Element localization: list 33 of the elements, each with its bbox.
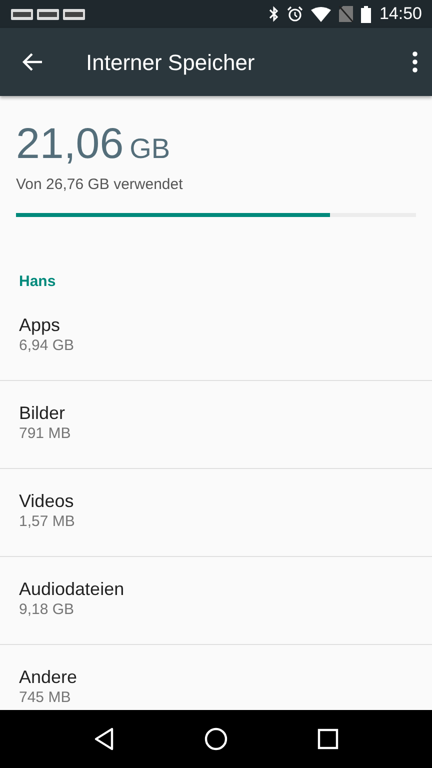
more-options-icon[interactable]: [412, 51, 418, 73]
screen-title: Interner Speicher: [86, 48, 255, 77]
category-title: Videos: [19, 490, 75, 512]
storage-category-row[interactable]: Apps 6,94 GB: [0, 292, 432, 380]
storage-category-row[interactable]: Bilder 791 MB: [0, 380, 432, 468]
no-sim-icon: [339, 6, 354, 22]
back-arrow-icon[interactable]: [22, 51, 44, 73]
notification-icon: [11, 8, 33, 20]
wifi-icon: [311, 6, 332, 22]
alarm-icon: [287, 6, 304, 22]
back-icon[interactable]: [92, 727, 115, 751]
battery-icon: [361, 6, 372, 22]
storage-category-row[interactable]: Videos 1,57 MB: [0, 468, 432, 556]
category-size: 791 MB: [19, 424, 72, 444]
storage-category-row[interactable]: Audiodateien 9,18 GB: [0, 556, 432, 644]
bluetooth-icon: [269, 6, 280, 22]
category-title: Andere: [19, 666, 78, 688]
clock-time: 14:50: [379, 3, 422, 26]
usage-caption: Von 26,76 GB verwendet: [16, 175, 184, 195]
category-size: 745 MB: [19, 688, 72, 708]
category-size: 9,18 GB: [19, 600, 76, 620]
notification-icon: [63, 8, 85, 20]
category-size: 1,57 MB: [19, 512, 76, 532]
category-size: 6,94 GB: [19, 336, 76, 356]
used-unit: GB: [130, 132, 170, 166]
category-title: Bilder: [19, 402, 66, 424]
section-header: Hans: [18, 272, 57, 292]
used-amount: 21,06: [16, 123, 124, 166]
category-title: Audiodateien: [19, 578, 126, 600]
home-icon[interactable]: [204, 727, 228, 751]
recents-icon[interactable]: [317, 728, 340, 750]
notification-icon: [37, 8, 59, 20]
category-title: Apps: [19, 314, 62, 336]
